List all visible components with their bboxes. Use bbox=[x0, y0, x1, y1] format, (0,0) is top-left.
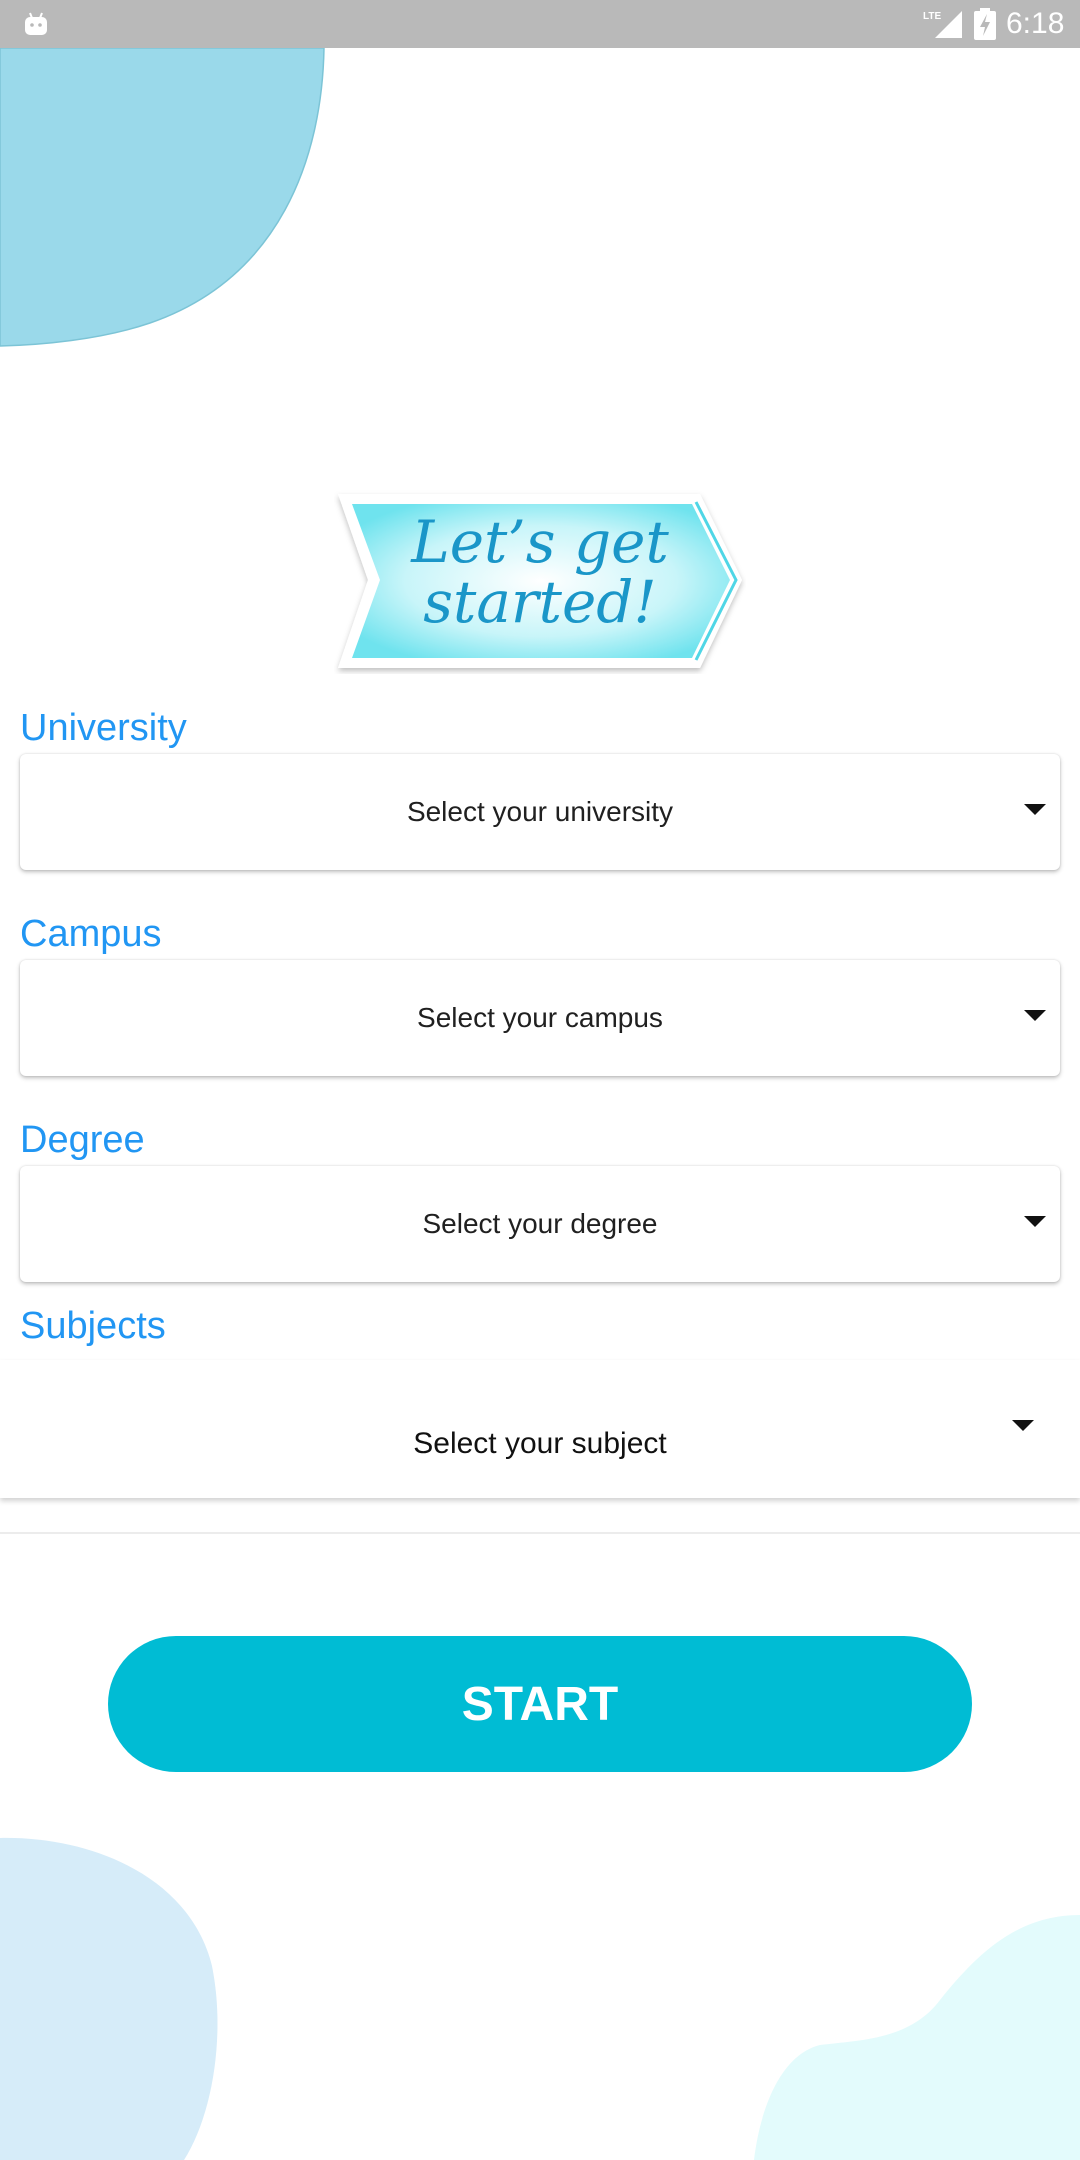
lte-signal-icon: LTE bbox=[923, 11, 962, 38]
subjects-dropdown[interactable]: Select your subject bbox=[0, 1360, 1080, 1498]
start-button[interactable]: START bbox=[108, 1636, 972, 1772]
chevron-down-icon bbox=[1024, 804, 1046, 815]
campus-placeholder: Select your campus bbox=[417, 1002, 663, 1033]
banner-line-1: Let’s get bbox=[411, 508, 669, 576]
decorative-blob-top-left bbox=[0, 48, 325, 347]
campus-label: Campus bbox=[20, 913, 162, 955]
university-placeholder: Select your university bbox=[406, 796, 674, 827]
campus-dropdown[interactable]: Select your campus bbox=[20, 960, 1060, 1076]
status-bar: LTE 6:18 bbox=[0, 0, 1080, 48]
subjects-label: Subjects bbox=[20, 1305, 166, 1347]
decorative-blob-bottom-left bbox=[0, 1837, 218, 2160]
decorative-blob-bottom-right bbox=[754, 1915, 1080, 2160]
degree-label: Degree bbox=[20, 1119, 145, 1161]
chevron-down-icon bbox=[1024, 1216, 1046, 1227]
status-time: 6:18 bbox=[1006, 7, 1065, 40]
network-label: LTE bbox=[923, 11, 941, 22]
subjects-placeholder: Select your subject bbox=[413, 1427, 667, 1460]
divider bbox=[0, 1532, 1080, 1534]
android-icon bbox=[25, 12, 47, 35]
degree-placeholder: Select your degree bbox=[422, 1208, 658, 1239]
chevron-down-icon bbox=[1012, 1420, 1034, 1431]
banner-line-2: started! bbox=[423, 568, 657, 636]
degree-dropdown[interactable]: Select your degree bbox=[20, 1166, 1060, 1282]
battery-charging-icon bbox=[974, 8, 996, 40]
university-dropdown[interactable]: Select your university bbox=[20, 754, 1060, 870]
banner-heading: Let’s get started! bbox=[360, 512, 720, 632]
university-label: University bbox=[20, 707, 187, 749]
chevron-down-icon bbox=[1024, 1010, 1046, 1021]
